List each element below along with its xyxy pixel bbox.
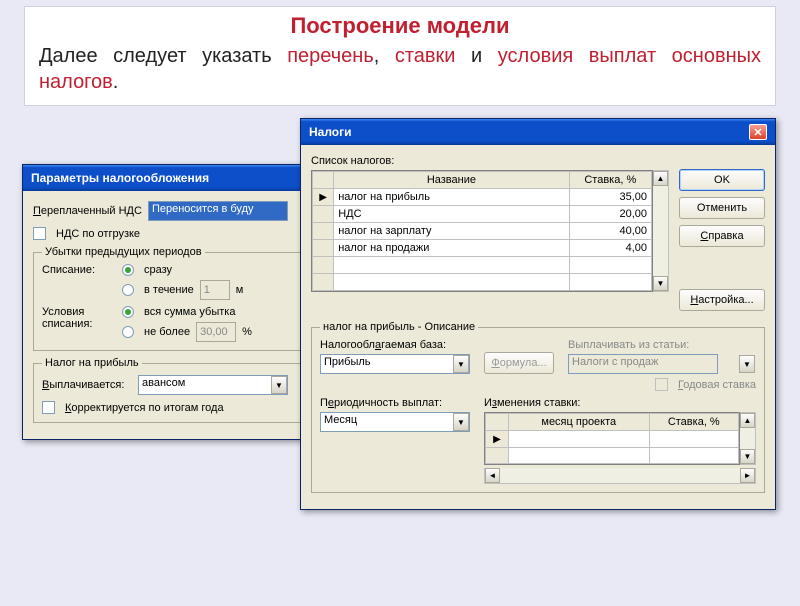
- row-cursor-icon: ▶: [319, 192, 327, 203]
- grid-corner: [313, 172, 334, 189]
- losses-group: Убытки предыдущих периодов Списание: сра…: [33, 246, 321, 351]
- titlebar-tax-params[interactable]: Параметры налогообложения: [23, 165, 331, 191]
- period-combo[interactable]: Месяц: [320, 412, 470, 432]
- titlebar-taxes[interactable]: Налоги ✕: [301, 119, 775, 145]
- cell-name[interactable]: налог на зарплату: [334, 223, 569, 240]
- dropdown-arrow-icon: ▼: [739, 355, 755, 373]
- desc-group: налог на прибыль - Описание Налогооблага…: [311, 321, 765, 493]
- writeoff-radio-period[interactable]: [122, 284, 134, 296]
- changes-hscroll[interactable]: ◄ ►: [484, 468, 756, 484]
- writeoff-period-input: [200, 280, 230, 300]
- changes-grid[interactable]: месяц проекта Ставка, % ▶: [484, 412, 740, 465]
- paid-combo[interactable]: авансом: [138, 375, 288, 395]
- title-text: Параметры налогообложения: [31, 171, 209, 185]
- cond-limit-label: не более: [144, 326, 190, 338]
- scroll-down-icon[interactable]: ▼: [740, 449, 755, 464]
- annual-rate-label: Годовая ставка: [678, 379, 756, 391]
- col-month[interactable]: месяц проекта: [509, 414, 650, 431]
- cond-label: Условия списания:: [42, 306, 112, 342]
- dropdown-arrow-icon[interactable]: ▼: [453, 413, 469, 431]
- scroll-up-icon[interactable]: ▲: [653, 171, 668, 186]
- slide-header: Построение модели Далее следует указать …: [24, 6, 776, 106]
- writeoff-immediate-label: сразу: [144, 264, 172, 276]
- tax-grid[interactable]: Название Ставка, % ▶ налог на прибыль 35…: [311, 170, 653, 292]
- profit-legend: Налог на прибыль: [42, 357, 142, 369]
- tax-list-label: Список налогов:: [311, 155, 669, 167]
- vat-shipment-label: НДС по отгрузке: [56, 228, 140, 240]
- losses-legend: Убытки предыдущих периодов: [42, 246, 205, 258]
- base-combo[interactable]: Прибыль: [320, 354, 470, 374]
- col-name[interactable]: Название: [334, 172, 569, 189]
- adjusted-year-label: Корректируется по итогам года: [65, 402, 224, 414]
- window-taxes: Налоги ✕ Список налогов: Название Ставка…: [300, 118, 776, 510]
- cancel-button[interactable]: Отменить: [679, 197, 765, 219]
- scroll-down-icon[interactable]: ▼: [653, 276, 668, 291]
- profit-group: Налог на прибыль Выплачивается: авансом …: [33, 357, 321, 423]
- scroll-left-icon[interactable]: ◄: [485, 468, 500, 483]
- scroll-right-icon[interactable]: ►: [740, 468, 755, 483]
- slide-subtitle: Далее следует указать перечень, ставки и…: [39, 43, 761, 95]
- writeoff-label: Списание:: [42, 264, 112, 306]
- cond-radio-full[interactable]: [122, 306, 134, 318]
- dropdown-arrow-icon[interactable]: ▼: [271, 376, 287, 394]
- writeoff-period-label: в течение: [144, 284, 194, 296]
- slide-title: Построение модели: [39, 13, 761, 39]
- grid-corner: [486, 414, 509, 431]
- period-label: Периодичность выплат:: [320, 397, 470, 409]
- title-text: Налоги: [309, 125, 352, 139]
- table-row[interactable]: ▶: [486, 431, 739, 448]
- ok-button[interactable]: OK: [679, 169, 765, 191]
- table-row[interactable]: ▶ налог на прибыль 35,00: [313, 189, 652, 206]
- writeoff-unit: м: [236, 284, 244, 296]
- cond-limit-input: [196, 322, 236, 342]
- vat-shipment-checkbox[interactable]: [33, 227, 46, 240]
- settings-button[interactable]: Настройка...: [679, 289, 765, 311]
- paid-label: Выплачивается:: [42, 379, 132, 391]
- col-rate[interactable]: Ставка, %: [649, 414, 738, 431]
- window-tax-params: Параметры налогообложения Переплаченный …: [22, 164, 332, 440]
- table-row-empty[interactable]: [313, 274, 652, 291]
- table-row[interactable]: налог на зарплату 40,00: [313, 223, 652, 240]
- cond-full-label: вся сумма убытка: [144, 306, 235, 318]
- base-label: Налогооблагаемая база:: [320, 339, 470, 351]
- cell-rate[interactable]: 4,00: [569, 240, 651, 257]
- formula-button: Формула...: [484, 352, 554, 374]
- writeoff-radio-immediate[interactable]: [122, 264, 134, 276]
- cond-radio-limit[interactable]: [122, 326, 134, 338]
- vat-overpaid-combo[interactable]: Переносится в буду: [148, 201, 288, 221]
- cell-name[interactable]: налог на продажи: [334, 240, 569, 257]
- row-cursor-icon: ▶: [493, 434, 501, 445]
- table-row-empty[interactable]: [486, 448, 739, 464]
- cond-unit: %: [242, 326, 252, 338]
- changes-label: Изменения ставки:: [484, 397, 756, 409]
- cell-rate[interactable]: 35,00: [569, 189, 651, 206]
- table-row[interactable]: НДС 20,00: [313, 206, 652, 223]
- annual-rate-checkbox: [655, 378, 668, 391]
- cell-name[interactable]: налог на прибыль: [334, 189, 569, 206]
- cell-rate[interactable]: 40,00: [569, 223, 651, 240]
- help-button[interactable]: Справка: [679, 225, 765, 247]
- grid-vscroll[interactable]: ▲ ▼: [653, 170, 669, 292]
- cell-name[interactable]: НДС: [334, 206, 569, 223]
- changes-vscroll[interactable]: ▲ ▼: [740, 412, 756, 465]
- payfrom-label: Выплачивать из статьи:: [568, 339, 756, 351]
- cell-rate[interactable]: 20,00: [569, 206, 651, 223]
- payfrom-combo: Налоги с продаж: [568, 354, 718, 374]
- table-row[interactable]: налог на продажи 4,00: [313, 240, 652, 257]
- table-row-empty[interactable]: [313, 257, 652, 274]
- adjusted-year-checkbox[interactable]: [42, 401, 55, 414]
- close-icon[interactable]: ✕: [749, 124, 767, 140]
- dropdown-arrow-icon[interactable]: ▼: [453, 355, 469, 373]
- vat-overpaid-label: Переплаченный НДС: [33, 205, 142, 217]
- desc-legend: налог на прибыль - Описание: [320, 321, 478, 333]
- col-rate[interactable]: Ставка, %: [569, 172, 651, 189]
- scroll-up-icon[interactable]: ▲: [740, 413, 755, 428]
